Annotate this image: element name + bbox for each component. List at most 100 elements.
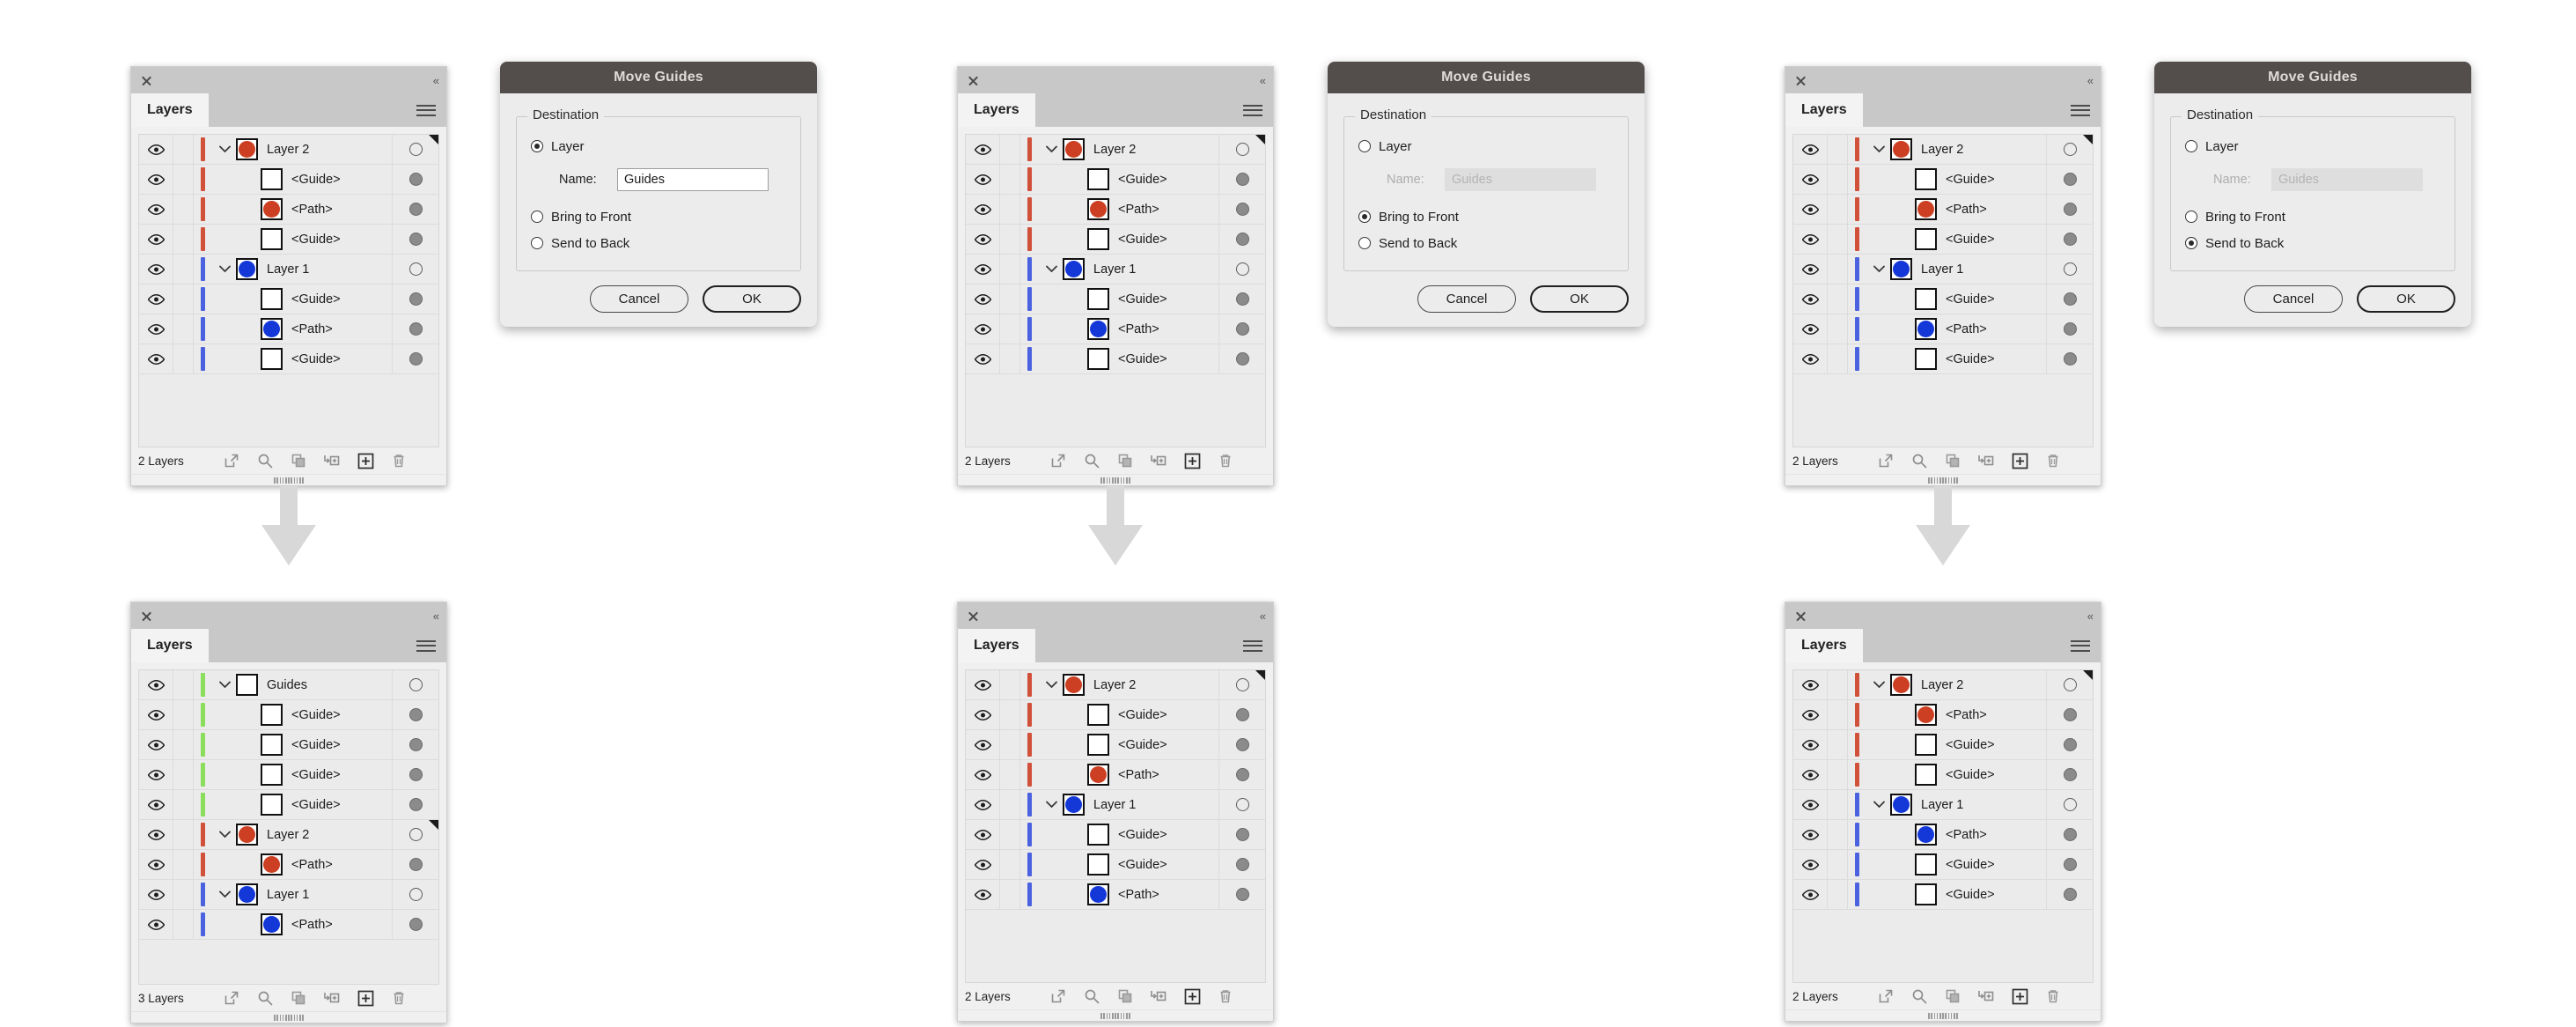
layer-row-main[interactable]: Layer 1: [1038, 790, 1219, 819]
layer-thumbnail[interactable]: [1915, 348, 1937, 370]
target-column[interactable]: [393, 225, 438, 254]
layer-thumbnail[interactable]: [1915, 853, 1937, 876]
radio-send-to-back-icon[interactable]: [1358, 237, 1371, 249]
layer-row[interactable]: Layer 1: [966, 255, 1265, 284]
layer-row[interactable]: <Guide>: [966, 730, 1265, 760]
layer-row[interactable]: <Guide>: [966, 284, 1265, 314]
layer-row[interactable]: Layer 1: [1793, 255, 2093, 284]
close-icon[interactable]: [967, 610, 980, 623]
target-column[interactable]: [2047, 255, 2093, 284]
layer-thumbnail[interactable]: [1087, 883, 1109, 905]
layer-row[interactable]: <Path>: [139, 850, 438, 880]
panel-menu-icon[interactable]: [409, 629, 446, 662]
layer-row[interactable]: Layer 2: [966, 135, 1265, 165]
new-sublayer-icon[interactable]: [1977, 452, 1995, 469]
lock-toggle[interactable]: [173, 820, 194, 849]
locate-object-icon[interactable]: [1910, 452, 1928, 469]
visibility-toggle[interactable]: [1793, 790, 1828, 819]
target-indicator-icon[interactable]: [2063, 708, 2077, 721]
layer-thumbnail[interactable]: [1915, 228, 1937, 250]
layer-row-main[interactable]: Layer 2: [1866, 135, 2047, 164]
visibility-toggle[interactable]: [139, 284, 173, 314]
layer-row[interactable]: <Path>: [1793, 700, 2093, 730]
layer-row[interactable]: <Guide>: [966, 820, 1265, 850]
chevron-down-icon[interactable]: [1041, 801, 1061, 809]
visibility-toggle[interactable]: [966, 314, 1000, 344]
target-indicator-icon[interactable]: [408, 708, 423, 721]
delete-layer-icon[interactable]: [2044, 987, 2062, 1005]
visibility-toggle[interactable]: [1793, 820, 1828, 849]
lock-toggle[interactable]: [1000, 314, 1020, 344]
radio-send-to-back-icon[interactable]: [2185, 237, 2197, 249]
layer-thumbnail[interactable]: [1063, 138, 1085, 160]
visibility-toggle[interactable]: [139, 314, 173, 344]
target-indicator-icon[interactable]: [408, 678, 423, 691]
lock-toggle[interactable]: [1828, 195, 1848, 224]
layer-row[interactable]: <Path>: [139, 195, 438, 225]
visibility-toggle[interactable]: [966, 225, 1000, 254]
lock-toggle[interactable]: [1000, 225, 1020, 254]
layer-row-main[interactable]: <Path>: [1866, 195, 2047, 224]
layer-row[interactable]: <Guide>: [139, 700, 438, 730]
radio-option-layer[interactable]: Layer: [1358, 135, 1614, 158]
lock-toggle[interactable]: [1828, 225, 1848, 254]
layer-row[interactable]: <Path>: [966, 760, 1265, 790]
target-indicator-icon[interactable]: [2063, 678, 2077, 691]
visibility-toggle[interactable]: [966, 344, 1000, 373]
target-indicator-icon[interactable]: [408, 768, 423, 781]
layers-panel[interactable]: «Layers Layer 2 <Path> <Guide> <Guide> Layer …: [1785, 602, 2101, 1022]
layer-row[interactable]: <Guide>: [139, 730, 438, 760]
panel-menu-icon[interactable]: [2064, 93, 2101, 127]
release-to-layers-icon[interactable]: [1049, 987, 1067, 1005]
layer-thumbnail[interactable]: [1915, 734, 1937, 756]
target-column[interactable]: [393, 670, 438, 699]
target-indicator-icon[interactable]: [1235, 888, 1249, 901]
layer-row[interactable]: <Guide>: [1793, 760, 2093, 790]
lock-toggle[interactable]: [1000, 135, 1020, 164]
target-indicator-icon[interactable]: [2063, 292, 2077, 306]
layer-thumbnail[interactable]: [236, 824, 258, 846]
visibility-toggle[interactable]: [1793, 730, 1828, 759]
layer-thumbnail[interactable]: [1087, 704, 1109, 726]
lock-toggle[interactable]: [1000, 195, 1020, 224]
layer-thumbnail[interactable]: [1087, 853, 1109, 876]
layer-row-main[interactable]: <Path>: [211, 850, 393, 879]
lock-toggle[interactable]: [1828, 165, 1848, 194]
layer-rows-container[interactable]: Layer 2 <Guide> <Path> <Guide> Layer 1 <Guide…: [965, 134, 1266, 447]
layer-row[interactable]: <Path>: [139, 314, 438, 344]
move-guides-dialog[interactable]: Move Guides Destination Layer Name: Guides Br…: [500, 62, 817, 327]
layer-row[interactable]: <Guide>: [1793, 225, 2093, 255]
layer-row-main[interactable]: Layer 2: [1038, 135, 1219, 164]
layer-name-input[interactable]: Guides: [617, 168, 769, 191]
layer-rows-container[interactable]: Layer 2 <Guide> <Guide> <Path> Layer 1 <Guide…: [965, 669, 1266, 983]
target-indicator-icon[interactable]: [2063, 768, 2077, 781]
target-column[interactable]: [1219, 195, 1265, 224]
target-indicator-icon[interactable]: [2063, 888, 2077, 901]
target-column[interactable]: [393, 760, 438, 789]
layer-row-main[interactable]: <Path>: [1038, 195, 1219, 224]
layers-panel[interactable]: «Layers Layer 2 <Guide> <Path> <Guide> Layer …: [957, 66, 1274, 486]
collapse-panel-icon[interactable]: «: [433, 75, 439, 86]
layer-row-main[interactable]: <Guide>: [211, 760, 393, 789]
target-column[interactable]: [2047, 730, 2093, 759]
new-sublayer-icon[interactable]: [323, 452, 341, 469]
layer-row-main[interactable]: <Guide>: [1038, 284, 1219, 314]
layer-thumbnail[interactable]: [261, 913, 283, 935]
layer-row[interactable]: Guides: [139, 670, 438, 700]
delete-layer-icon[interactable]: [2044, 452, 2062, 469]
radio-option-send-to-back[interactable]: Send to Back: [2185, 232, 2440, 255]
layer-thumbnail[interactable]: [236, 258, 258, 280]
close-icon[interactable]: [967, 74, 980, 87]
layer-row-main[interactable]: Layer 2: [211, 820, 393, 849]
target-column[interactable]: [1219, 850, 1265, 879]
layer-row-main[interactable]: Layer 1: [1866, 790, 2047, 819]
new-layer-icon[interactable]: [2011, 987, 2028, 1005]
layer-thumbnail[interactable]: [1087, 734, 1109, 756]
layer-row-main[interactable]: <Path>: [211, 314, 393, 344]
visibility-toggle[interactable]: [966, 760, 1000, 789]
layer-thumbnail[interactable]: [236, 674, 258, 696]
layer-thumbnail[interactable]: [261, 288, 283, 310]
layer-row[interactable]: Layer 2: [139, 135, 438, 165]
target-indicator-icon[interactable]: [1235, 798, 1249, 811]
target-indicator-icon[interactable]: [408, 828, 423, 841]
